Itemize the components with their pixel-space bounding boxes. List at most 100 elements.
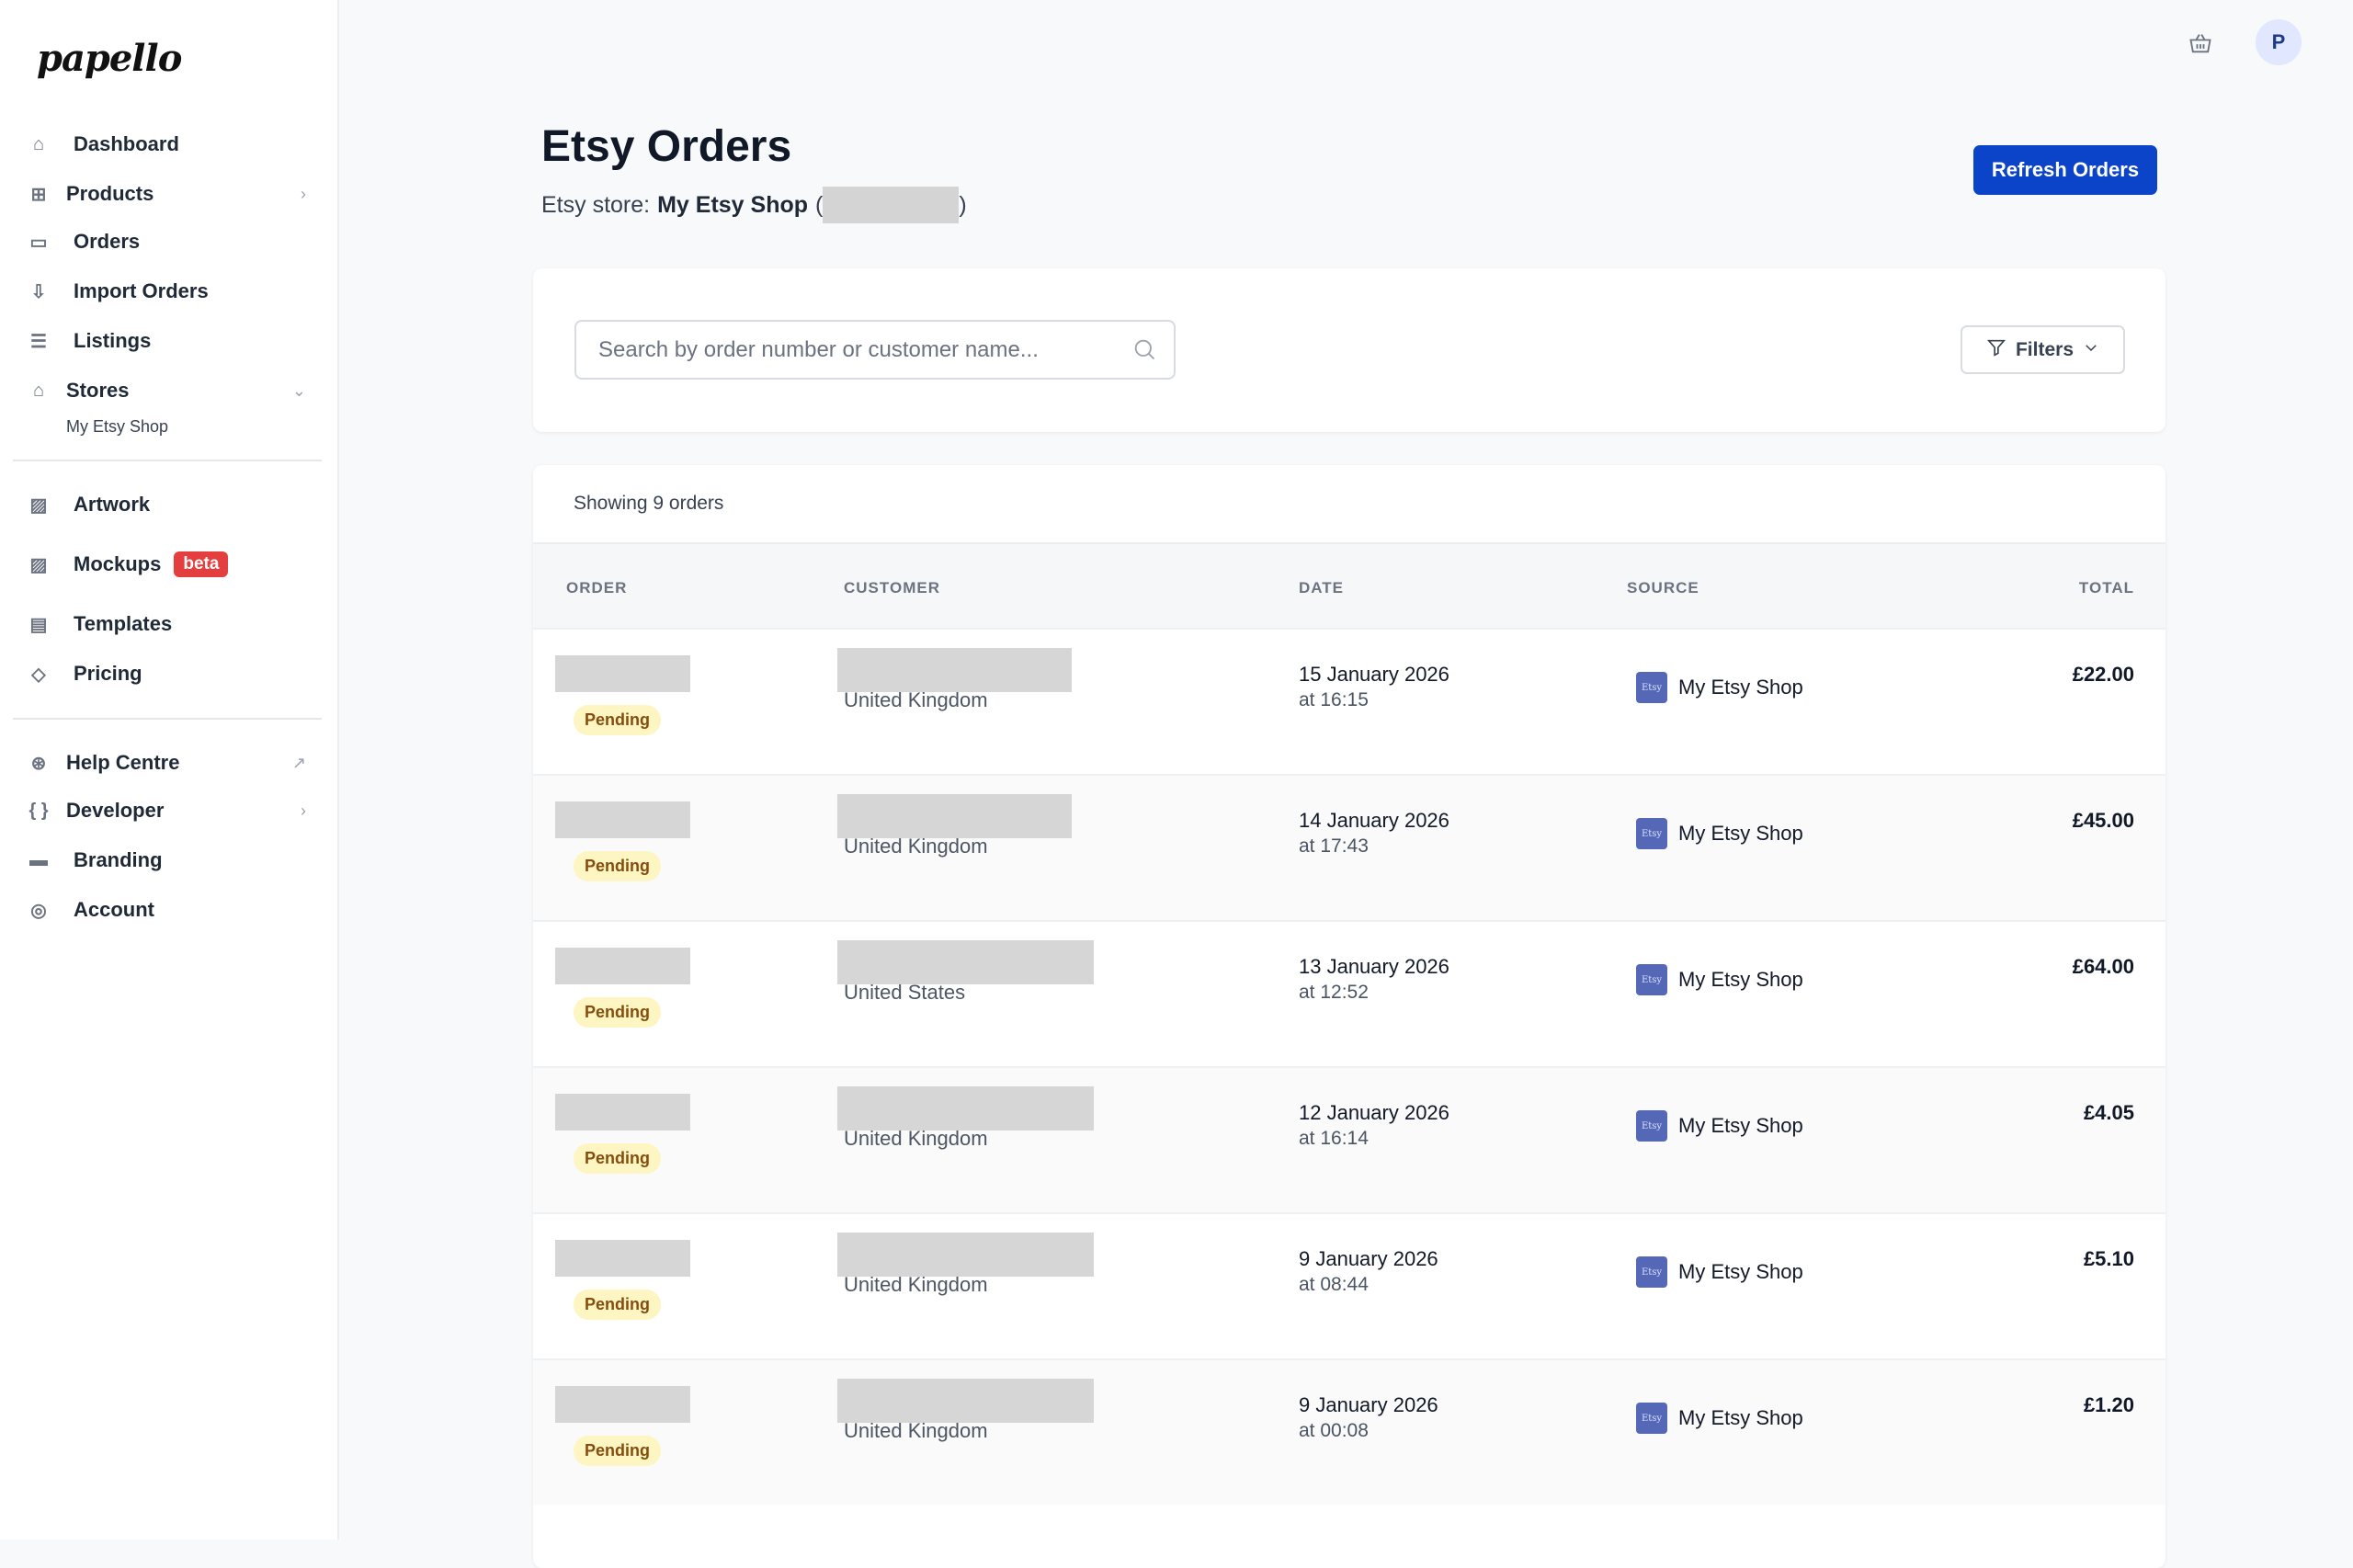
sidebar-item-orders[interactable]: ▭ Orders <box>0 222 339 262</box>
etsy-icon: Etsy <box>1636 672 1667 703</box>
order-total: £45.00 <box>2073 809 2134 833</box>
sidebar-item-listings[interactable]: ☰Listings <box>0 321 339 361</box>
redacted-order-number <box>555 1240 690 1277</box>
etsy-icon: Etsy <box>1636 818 1667 849</box>
sidebar-item-label: Stores <box>66 379 129 403</box>
order-source: My Etsy Shop <box>1678 822 1803 846</box>
status-badge: Pending <box>574 997 661 1028</box>
column-header-total: TOTAL <box>2079 579 2134 597</box>
redacted-order-number <box>555 1386 690 1423</box>
store-subtitle: Etsy store: My Etsy Shop ( ) <box>541 187 967 223</box>
papello-logo[interactable]: papello <box>37 37 181 80</box>
sidebar: papello ⌂Dashboard ⊞Products› ▭Orders ⇩I… <box>0 0 339 1540</box>
search-icon[interactable] <box>1131 336 1157 369</box>
search-input[interactable]: Search by order number or customer name.… <box>574 320 1176 380</box>
redacted-order-number <box>555 655 690 692</box>
store-name: My Etsy Shop <box>657 192 808 219</box>
sidebar-item-label: Pricing <box>74 662 142 686</box>
search-card: Search by order number or customer name.… <box>533 268 2165 432</box>
order-total: £64.00 <box>2073 955 2134 979</box>
sidebar-item-help-centre[interactable]: ⊛Help Centre↗ <box>0 743 339 783</box>
refresh-orders-button[interactable]: Refresh Orders <box>1973 145 2157 195</box>
table-row[interactable]: Pending United States 13 January 2026 at… <box>533 920 2165 1066</box>
etsy-icon: Etsy <box>1636 1403 1667 1434</box>
window-icon: ▬ <box>28 849 50 871</box>
redacted-order-number <box>555 948 690 984</box>
inbox-icon: ▭ <box>28 231 50 253</box>
order-date: 14 January 2026 <box>1299 809 1449 833</box>
customer-country: United Kingdom <box>844 688 988 712</box>
customer-country: United Kingdom <box>844 1419 988 1443</box>
status-badge: Pending <box>574 851 661 881</box>
customer-country: United States <box>844 981 965 1005</box>
user-circle-icon: ◎ <box>28 899 50 921</box>
tag-icon: ◇ <box>28 663 50 685</box>
sidebar-item-mockups[interactable]: ▨Mockupsbeta <box>0 544 339 585</box>
etsy-icon: Etsy <box>1636 1256 1667 1288</box>
sidebar-item-label: Listings <box>74 329 151 353</box>
sidebar-item-dashboard[interactable]: ⌂Dashboard <box>0 124 339 165</box>
sidebar-item-templates[interactable]: ▤Templates <box>0 604 339 644</box>
sidebar-item-label: Products <box>66 182 153 206</box>
lifebuoy-icon: ⊛ <box>28 752 50 774</box>
sidebar-subitem-my-etsy-shop[interactable]: My Etsy Shop <box>66 417 168 437</box>
status-badge: Pending <box>574 1143 661 1174</box>
paren: ( <box>815 192 823 219</box>
order-date: 15 January 2026 <box>1299 663 1449 687</box>
image-icon: ▨ <box>28 553 50 575</box>
sidebar-item-developer[interactable]: { }Developer› <box>0 790 339 831</box>
cart-icon[interactable] <box>2185 28 2216 59</box>
paren: ) <box>959 192 966 219</box>
table-row[interactable]: Pending United Kingdom 9 January 2026 at… <box>533 1212 2165 1358</box>
redacted-customer-name <box>837 940 1094 984</box>
order-date: 13 January 2026 <box>1299 955 1449 979</box>
chevron-down-icon <box>2083 339 2099 361</box>
customer-country: United Kingdom <box>844 835 988 858</box>
orders-count: Showing 9 orders <box>574 493 723 515</box>
order-time: at 08:44 <box>1299 1274 1369 1296</box>
table-row[interactable]: Pending United Kingdom 14 January 2026 a… <box>533 774 2165 920</box>
table-header: ORDER CUSTOMER DATE SOURCE TOTAL <box>533 542 2165 628</box>
redacted-customer-name <box>837 1379 1094 1423</box>
chevron-right-icon: › <box>301 185 306 204</box>
order-total: £5.10 <box>2084 1247 2134 1271</box>
column-header-date: DATE <box>1299 579 1344 597</box>
table-row[interactable]: Pending United Kingdom 9 January 2026 at… <box>533 1358 2165 1505</box>
order-time: at 00:08 <box>1299 1420 1369 1442</box>
beta-badge: beta <box>174 551 228 577</box>
sidebar-item-pricing[interactable]: ◇ Pricing <box>0 653 339 694</box>
layout-icon: ▤ <box>28 613 50 635</box>
sidebar-item-label: Help Centre <box>66 751 179 775</box>
table-row[interactable]: Pending United Kingdom 15 January 2026 a… <box>533 628 2165 774</box>
column-header-source: SOURCE <box>1627 579 1699 597</box>
sidebar-item-label: Artwork <box>74 493 150 517</box>
chevron-right-icon: › <box>301 801 306 821</box>
orders-table-card: Showing 9 orders ORDER CUSTOMER DATE SOU… <box>533 465 2165 1568</box>
sidebar-item-label: Account <box>74 898 154 922</box>
filters-button[interactable]: Filters <box>1961 325 2125 374</box>
divider <box>13 460 322 461</box>
chevron-down-icon: ⌄ <box>292 381 306 401</box>
redacted-customer-name <box>837 794 1072 838</box>
order-time: at 12:52 <box>1299 982 1369 1004</box>
sidebar-item-branding[interactable]: ▬ Branding <box>0 840 339 881</box>
filter-icon <box>1986 337 2006 363</box>
sidebar-item-products[interactable]: ⊞Products› <box>0 174 339 214</box>
status-badge: Pending <box>574 1436 661 1466</box>
sidebar-item-label: Orders <box>74 230 140 254</box>
sidebar-item-stores[interactable]: ⌂Stores⌄ <box>0 370 339 411</box>
etsy-icon: Etsy <box>1636 1110 1667 1142</box>
sidebar-item-artwork[interactable]: ▨Artwork <box>0 484 339 525</box>
order-total: £4.05 <box>2084 1101 2134 1125</box>
column-header-order: ORDER <box>566 579 627 597</box>
etsy-icon: Etsy <box>1636 964 1667 995</box>
sidebar-item-label: Branding <box>74 848 163 872</box>
store-label: Etsy store: <box>541 192 650 219</box>
home-icon: ⌂ <box>28 133 50 155</box>
user-avatar[interactable]: P <box>2256 19 2302 65</box>
table-row[interactable]: Pending United Kingdom 12 January 2026 a… <box>533 1066 2165 1212</box>
sidebar-item-import-orders[interactable]: ⇩Import Orders <box>0 271 339 312</box>
code-braces-icon: { } <box>28 800 50 822</box>
order-total: £22.00 <box>2073 663 2134 687</box>
sidebar-item-account[interactable]: ◎ Account <box>0 890 339 930</box>
